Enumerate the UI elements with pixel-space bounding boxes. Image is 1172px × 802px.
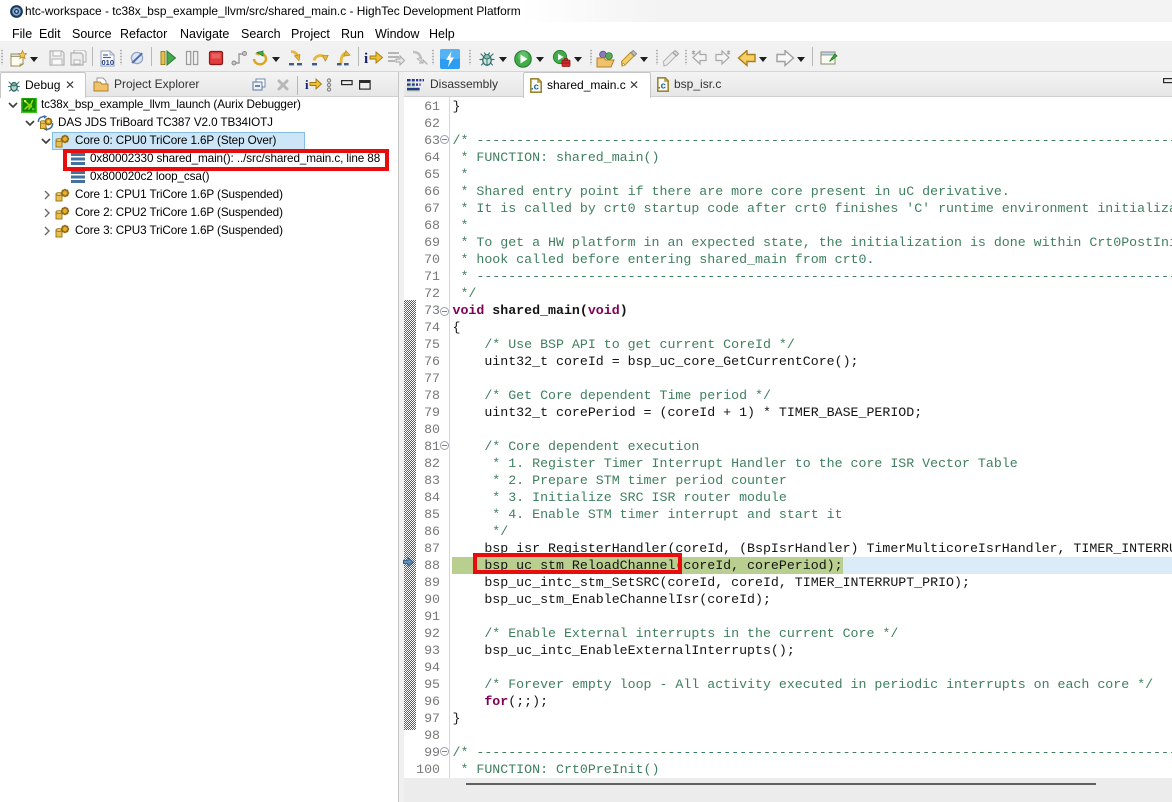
svg-text:010: 010 [102,58,115,67]
svg-text:i: i [364,51,368,65]
svg-text:i: i [305,78,309,91]
svg-text:.c: .c [531,82,539,93]
svg-text:.c: .c [658,81,666,92]
